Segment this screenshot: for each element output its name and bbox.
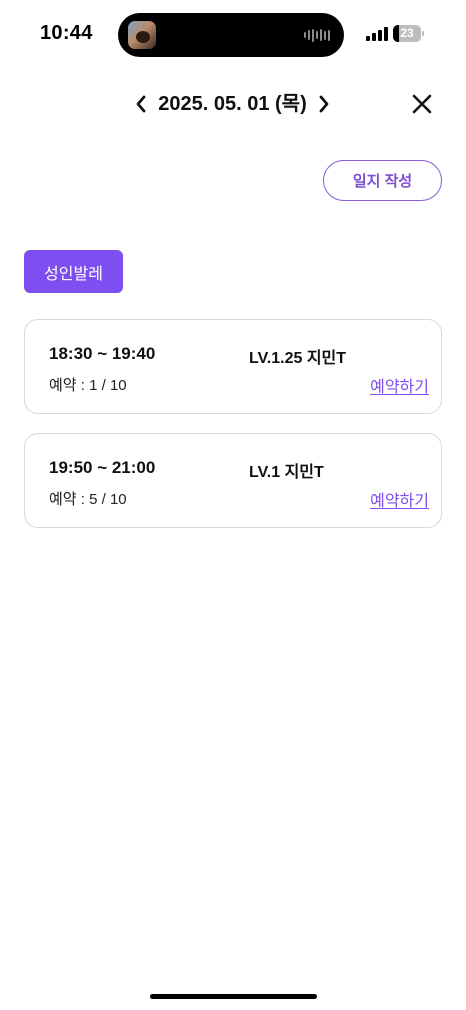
status-bar: 10:44 23 — [0, 0, 466, 66]
battery-tip — [422, 31, 424, 36]
dynamic-island[interactable] — [118, 13, 344, 57]
chevron-left-icon[interactable] — [128, 90, 154, 118]
date-title: 2025. 05. 01 (목) — [158, 93, 307, 115]
write-journal-button[interactable]: 일지 작성 — [323, 160, 442, 201]
cellular-signal-icon — [366, 27, 388, 41]
date-navigation: 2025. 05. 01 (목) — [0, 86, 466, 122]
chevron-right-icon[interactable] — [311, 90, 337, 118]
class-card[interactable]: 18:30 ~ 19:40 LV.1.25 지민T 예약 : 1 / 10 예약… — [24, 319, 442, 414]
class-time: 19:50 ~ 21:00 — [49, 458, 156, 477]
reserve-link[interactable]: 예약하기 — [370, 373, 429, 397]
battery-percent: 23 — [400, 26, 414, 40]
category-chip-adult-ballet[interactable]: 성인발레 — [24, 250, 123, 293]
class-time: 18:30 ~ 19:40 — [49, 344, 156, 363]
now-playing-artwork — [128, 21, 156, 49]
close-icon[interactable] — [408, 90, 436, 118]
home-indicator[interactable] — [150, 994, 317, 999]
reserve-link[interactable]: 예약하기 — [370, 487, 429, 511]
battery-icon: 23 — [393, 25, 421, 42]
status-time: 10:44 — [40, 22, 93, 44]
audio-waveform-icon — [304, 28, 330, 42]
class-level-instructor: LV.1 지민T — [249, 464, 324, 481]
class-card[interactable]: 19:50 ~ 21:00 LV.1 지민T 예약 : 5 / 10 예약하기 — [24, 433, 442, 528]
class-booking-count: 예약 : 5 / 10 — [49, 491, 127, 508]
class-level-instructor: LV.1.25 지민T — [249, 350, 347, 367]
class-booking-count: 예약 : 1 / 10 — [49, 377, 127, 394]
